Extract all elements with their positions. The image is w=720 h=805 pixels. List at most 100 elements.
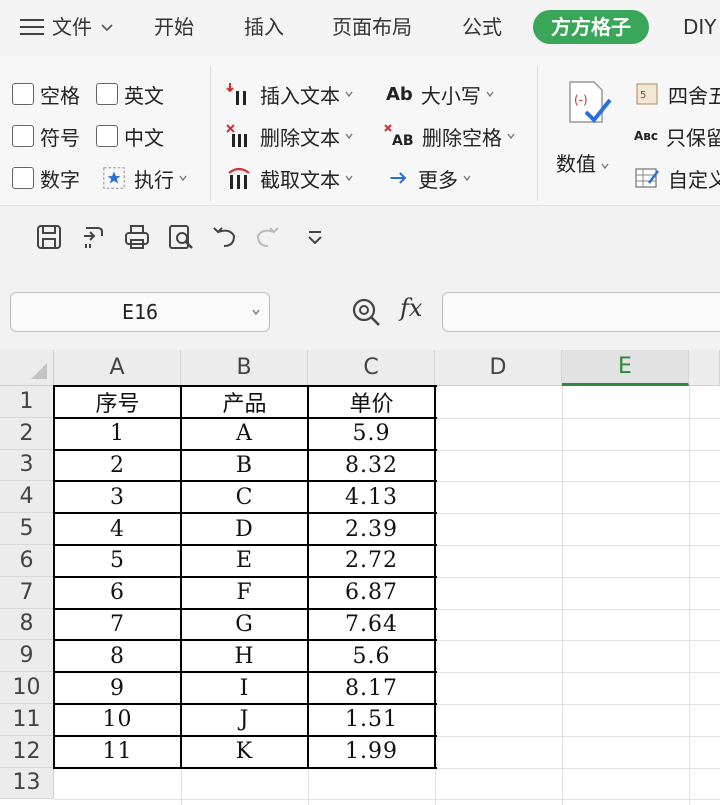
redo-icon[interactable]: [252, 222, 282, 252]
table-cell[interactable]: E: [181, 545, 308, 577]
table-cell[interactable]: A: [181, 418, 308, 450]
custom-button[interactable]: 自定义: [634, 162, 720, 194]
table-cell[interactable]: 1: [54, 418, 181, 450]
table-cell[interactable]: 5: [54, 545, 181, 577]
table-cell[interactable]: 8: [54, 640, 181, 672]
case-button[interactable]: Ab 大小写: [386, 78, 495, 110]
column-header-e[interactable]: E: [562, 350, 689, 386]
keep-only-button[interactable]: Aʙc 只保留: [634, 120, 720, 152]
export-icon[interactable]: [78, 222, 108, 252]
row-header-9[interactable]: 9: [0, 640, 54, 673]
formula-input[interactable]: [442, 292, 720, 332]
execute-button[interactable]: 执行: [102, 162, 188, 194]
print-icon[interactable]: [122, 222, 152, 252]
value-button[interactable]: (-) 数值: [552, 74, 622, 194]
table-cell[interactable]: H: [181, 640, 308, 672]
row-header-8[interactable]: 8: [0, 608, 54, 641]
table-cell[interactable]: 7: [54, 609, 181, 641]
table-cell[interactable]: 2.72: [308, 545, 435, 577]
row-header-6[interactable]: 6: [0, 545, 54, 577]
checkbox-symbol[interactable]: 符号: [12, 120, 80, 152]
table-cell[interactable]: J: [181, 704, 308, 736]
tab-formulas[interactable]: 公式: [462, 10, 502, 44]
table-cell[interactable]: 2.39: [308, 513, 435, 545]
row-header-5[interactable]: 5: [0, 513, 54, 545]
row-header-2[interactable]: 2: [0, 417, 54, 450]
table-cell[interactable]: D: [181, 513, 308, 545]
column-header-d[interactable]: D: [435, 350, 562, 386]
keep-only-label: 只保留: [666, 125, 720, 150]
table-border: [53, 385, 437, 387]
checkbox-english[interactable]: 英文: [96, 78, 164, 110]
table-header-cell[interactable]: 序号: [54, 386, 181, 418]
table-header-cell[interactable]: 产品: [181, 386, 308, 418]
table-cell[interactable]: 1.51: [308, 704, 435, 736]
row-header-13[interactable]: 13: [0, 767, 54, 800]
checkbox-label: 符号: [40, 125, 80, 150]
more-label: 更多: [418, 167, 458, 192]
row-header-10[interactable]: 10: [0, 672, 54, 704]
table-cell[interactable]: 6.87: [308, 577, 435, 609]
table-cell[interactable]: 5.6: [308, 640, 435, 672]
table-cell[interactable]: 1.99: [308, 736, 435, 768]
checkbox-chinese[interactable]: 中文: [96, 120, 164, 152]
table-cell[interactable]: B: [181, 450, 308, 482]
row-header-12[interactable]: 12: [0, 735, 54, 768]
undo-icon[interactable]: [210, 222, 240, 252]
print-preview-icon[interactable]: [166, 222, 196, 252]
table-border: [53, 639, 437, 642]
caret-down-icon: [252, 309, 260, 316]
insert-text-button[interactable]: 插入文本: [226, 78, 354, 110]
table-header-cell[interactable]: 单价: [308, 386, 435, 418]
table-cell[interactable]: 6: [54, 577, 181, 609]
table-cell[interactable]: 3: [54, 481, 181, 513]
name-box[interactable]: E16: [10, 292, 270, 332]
table-cell[interactable]: C: [181, 481, 308, 513]
row-header-11[interactable]: 11: [0, 704, 54, 736]
table-cell[interactable]: K: [181, 736, 308, 768]
table-cell[interactable]: F: [181, 577, 308, 609]
tab-home[interactable]: 开始: [154, 10, 194, 44]
insert-text-label: 插入文本: [260, 83, 340, 108]
table-border: [53, 607, 437, 610]
column-header-b[interactable]: B: [181, 350, 308, 386]
table-cell[interactable]: 11: [54, 736, 181, 768]
spreadsheet-grid[interactable]: A B C D E 1 2 3 4 5 6 7 8 9 10 11 12 13 序号 产品 单价 1 A 5.9 2 B 8.32 3…: [0, 350, 720, 805]
table-cell[interactable]: 8.32: [308, 450, 435, 482]
file-menu[interactable]: 文件: [20, 10, 114, 44]
checkbox-number[interactable]: 数字: [12, 162, 80, 194]
table-cell[interactable]: 2: [54, 450, 181, 482]
table-cell[interactable]: I: [181, 672, 308, 704]
table-cell[interactable]: 4: [54, 513, 181, 545]
delete-spaces-button[interactable]: AB 删除空格: [384, 120, 516, 152]
select-all-corner[interactable]: [0, 350, 54, 386]
tab-insert[interactable]: 插入: [244, 10, 284, 44]
tab-page-layout[interactable]: 页面布局: [332, 10, 412, 44]
table-cell[interactable]: 5.9: [308, 418, 435, 450]
case-icon: Ab: [386, 83, 413, 105]
fx-icon[interactable]: fx: [400, 294, 422, 322]
table-cell[interactable]: 8.17: [308, 672, 435, 704]
table-cell[interactable]: G: [181, 609, 308, 641]
row-header-3[interactable]: 3: [0, 449, 54, 482]
customize-toolbar-icon[interactable]: [300, 222, 330, 252]
tab-diy[interactable]: DIY: [683, 10, 717, 44]
more-button[interactable]: 更多: [388, 162, 472, 194]
table-cell[interactable]: 4.13: [308, 481, 435, 513]
table-cell[interactable]: 9: [54, 672, 181, 704]
find-icon[interactable]: [350, 296, 382, 328]
column-header-c[interactable]: C: [308, 350, 435, 386]
extract-text-button[interactable]: 截取文本: [226, 162, 354, 194]
save-icon[interactable]: [34, 222, 64, 252]
table-cell[interactable]: 7.64: [308, 609, 435, 641]
tab-fangfang-gezi[interactable]: 方方格子: [533, 10, 649, 44]
row-header-4[interactable]: 4: [0, 481, 54, 514]
delete-text-button[interactable]: 删除文本: [226, 120, 354, 152]
row-header-1[interactable]: 1: [0, 386, 54, 418]
round-button[interactable]: 5 四舍五: [634, 78, 720, 110]
execute-label: 执行: [134, 167, 174, 192]
column-header-a[interactable]: A: [54, 350, 181, 386]
table-cell[interactable]: 10: [54, 704, 181, 736]
row-header-7[interactable]: 7: [0, 576, 54, 609]
checkbox-space[interactable]: 空格: [12, 78, 80, 110]
